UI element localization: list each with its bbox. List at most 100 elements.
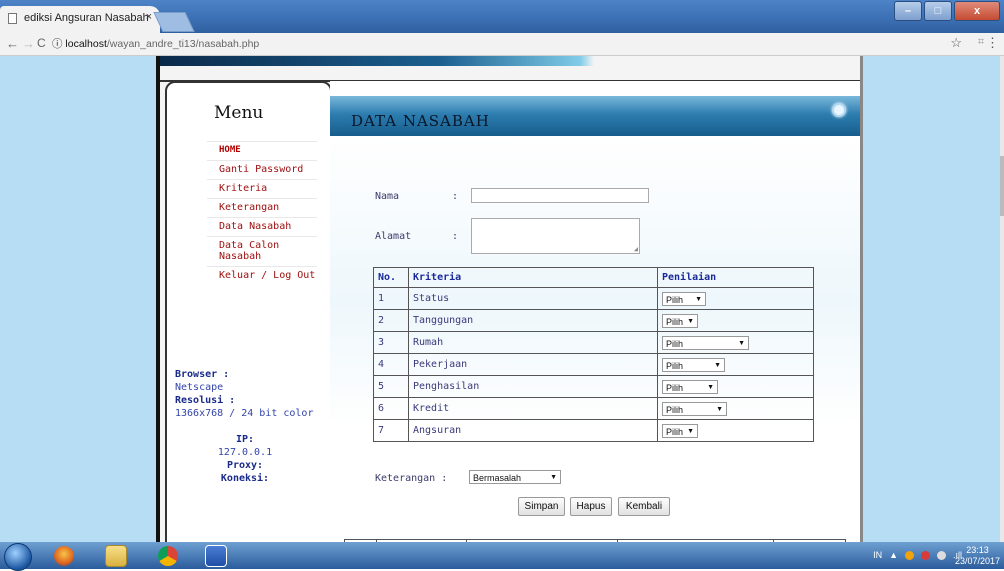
menu-item-data-calon-nasabah[interactable]: Data Calon Nasabah xyxy=(207,236,317,266)
row-no: 4 xyxy=(373,353,409,376)
dropdown-arrow-icon: ▼ xyxy=(687,427,694,435)
dropdown-arrow-icon: ▼ xyxy=(695,295,702,303)
page-header: DATA NASABAH xyxy=(330,96,860,136)
select-value: Pilih xyxy=(666,338,684,349)
table-row: 3 Rumah Pilih ▼ xyxy=(373,331,814,354)
status-select[interactable]: Pilih ▼ xyxy=(662,291,706,306)
language-indicator[interactable]: IN xyxy=(873,550,882,560)
row-kriteria: Tanggungan xyxy=(408,309,658,332)
keterangan-select[interactable]: Bermasalah ▼ xyxy=(469,470,561,484)
start-button[interactable] xyxy=(4,543,32,571)
row-no: 3 xyxy=(373,331,409,354)
sidebar: Menu HOME Ganti Password Kriteria Ketera… xyxy=(165,81,332,542)
resolusi-label: Resolusi : xyxy=(175,395,236,406)
row-penilaian-cell: Pilih ▼ xyxy=(657,331,814,354)
dropdown-arrow-icon: ▼ xyxy=(550,474,557,481)
browser-toolbar: ← → C ⓘ localhost/wayan_andre_ti13/nasab… xyxy=(0,33,1004,56)
menu-item-keterangan[interactable]: Keterangan xyxy=(207,198,317,217)
tray-app-icon[interactable] xyxy=(921,550,930,560)
row-kriteria: Status xyxy=(408,287,658,310)
page-viewport: Menu HOME Ganti Password Kriteria Ketera… xyxy=(0,56,1004,542)
menu-item-home[interactable]: HOME xyxy=(207,141,317,160)
back-icon[interactable]: ← xyxy=(6,36,19,51)
bookmark-star-icon[interactable]: ☆ xyxy=(950,35,962,51)
penghasilan-select[interactable]: Pilih ▼ xyxy=(662,379,718,394)
extension-icon[interactable]: ⌗ xyxy=(978,36,984,49)
dropdown-arrow-icon: ▼ xyxy=(687,317,694,325)
browser-menu-icon[interactable]: ⋮ xyxy=(986,35,999,51)
row-penilaian-cell: Pilih ▼ xyxy=(657,375,814,398)
table-row: 1 Status Pilih ▼ xyxy=(373,287,814,310)
menu-item-logout[interactable]: Keluar / Log Out xyxy=(207,266,317,285)
clock[interactable]: 23:13 23/07/2017 xyxy=(955,545,1000,567)
row-penilaian-cell: Pilih ▼ xyxy=(657,419,814,442)
menu-list: HOME Ganti Password Kriteria Keterangan … xyxy=(207,141,317,285)
simpan-button[interactable]: Simpan xyxy=(518,497,565,516)
table-row: 6 Kredit Pilih ▼ xyxy=(373,397,814,420)
menu-item-kriteria[interactable]: Kriteria xyxy=(207,179,317,198)
firefox-icon[interactable] xyxy=(44,544,84,568)
browser-tab[interactable]: ediksi Angsuran Nasabah × xyxy=(0,6,160,33)
minimize-button[interactable]: – xyxy=(894,1,922,21)
volume-icon[interactable] xyxy=(937,550,946,560)
table-header-row: No. Kriteria Penilaian xyxy=(373,267,814,288)
kembali-button[interactable]: Kembali xyxy=(618,497,670,516)
row-penilaian-cell: Pilih ▼ xyxy=(657,309,814,332)
pekerjaan-select[interactable]: Pilih ▼ xyxy=(662,357,725,372)
row-no: 7 xyxy=(373,419,409,442)
address-bar[interactable]: ⓘ localhost/wayan_andre_ti13/nasabah.php xyxy=(52,36,259,51)
windows-taskbar: IN ▲ .ıll 23:13 23/07/2017 xyxy=(0,542,1004,571)
clock-time: 23:13 xyxy=(966,545,989,555)
tray-expand-icon[interactable]: ▲ xyxy=(889,550,898,560)
ip-value: 127.0.0.1 xyxy=(217,447,273,458)
word-icon[interactable] xyxy=(196,544,236,568)
alamat-colon: : xyxy=(452,231,459,242)
menu-item-ganti-password[interactable]: Ganti Password xyxy=(207,160,317,179)
url-path: /wayan_andre_ti13/nasabah.php xyxy=(106,38,260,50)
proxy-label: Proxy: xyxy=(226,460,264,471)
forward-icon[interactable]: → xyxy=(22,36,35,51)
browser-info: Browser : Netscape Resolusi : 1366x768 /… xyxy=(175,368,325,420)
page-container: Menu HOME Ganti Password Kriteria Ketera… xyxy=(156,56,863,542)
hapus-button[interactable]: Hapus xyxy=(570,497,612,516)
table-row: 4 Pekerjaan Pilih ▼ xyxy=(373,353,814,376)
chrome-icon[interactable] xyxy=(148,544,188,568)
info-icon[interactable]: ⓘ xyxy=(52,38,63,50)
row-kriteria: Rumah xyxy=(408,331,658,354)
browser-value: Netscape xyxy=(175,382,224,393)
file-explorer-icon[interactable] xyxy=(96,544,136,568)
nama-input[interactable] xyxy=(471,188,649,203)
select-value: Pilih xyxy=(666,382,684,393)
row-no: 6 xyxy=(373,397,409,420)
page-title: DATA NASABAH xyxy=(351,112,490,130)
kriteria-table: No. Kriteria Penilaian 1 Status Pilih ▼ 2… xyxy=(373,267,814,442)
resize-grip-icon[interactable]: ◢ xyxy=(634,245,638,253)
row-kriteria: Angsuran xyxy=(408,419,658,442)
dropdown-arrow-icon: ▼ xyxy=(716,405,723,413)
maximize-button[interactable]: □ xyxy=(924,1,952,21)
kredit-select[interactable]: Pilih ▼ xyxy=(662,401,727,416)
orb-icon xyxy=(832,103,846,117)
select-value: Bermasalah xyxy=(473,473,522,483)
alamat-textarea[interactable]: ◢ xyxy=(471,218,640,254)
tab-close-icon[interactable]: × xyxy=(146,11,152,23)
tab-title: ediksi Angsuran Nasabah xyxy=(24,12,149,24)
close-window-button[interactable]: x xyxy=(954,1,1000,21)
tray-app-icon[interactable] xyxy=(905,550,914,560)
menu-item-data-nasabah[interactable]: Data Nasabah xyxy=(207,217,317,236)
page-scrollbar[interactable] xyxy=(1000,56,1004,542)
reload-icon[interactable]: C xyxy=(37,36,46,50)
alamat-label: Alamat xyxy=(375,231,412,242)
rumah-select[interactable]: Pilih ▼ xyxy=(662,335,749,350)
main-content: DATA NASABAH Nama : Alamat : ◢ No. Krite… xyxy=(330,81,860,542)
menu-title: Menu xyxy=(214,103,264,123)
system-tray: IN ▲ .ıll xyxy=(873,550,962,560)
scroll-thumb[interactable] xyxy=(1000,156,1004,216)
tanggungan-select[interactable]: Pilih ▼ xyxy=(662,313,698,328)
angsuran-select[interactable]: Pilih ▼ xyxy=(662,423,698,438)
url-host: localhost xyxy=(65,38,107,50)
select-value: Pilih xyxy=(666,404,684,415)
row-kriteria: Kredit xyxy=(408,397,658,420)
header-banner xyxy=(160,56,860,66)
header-no: No. xyxy=(373,267,409,288)
